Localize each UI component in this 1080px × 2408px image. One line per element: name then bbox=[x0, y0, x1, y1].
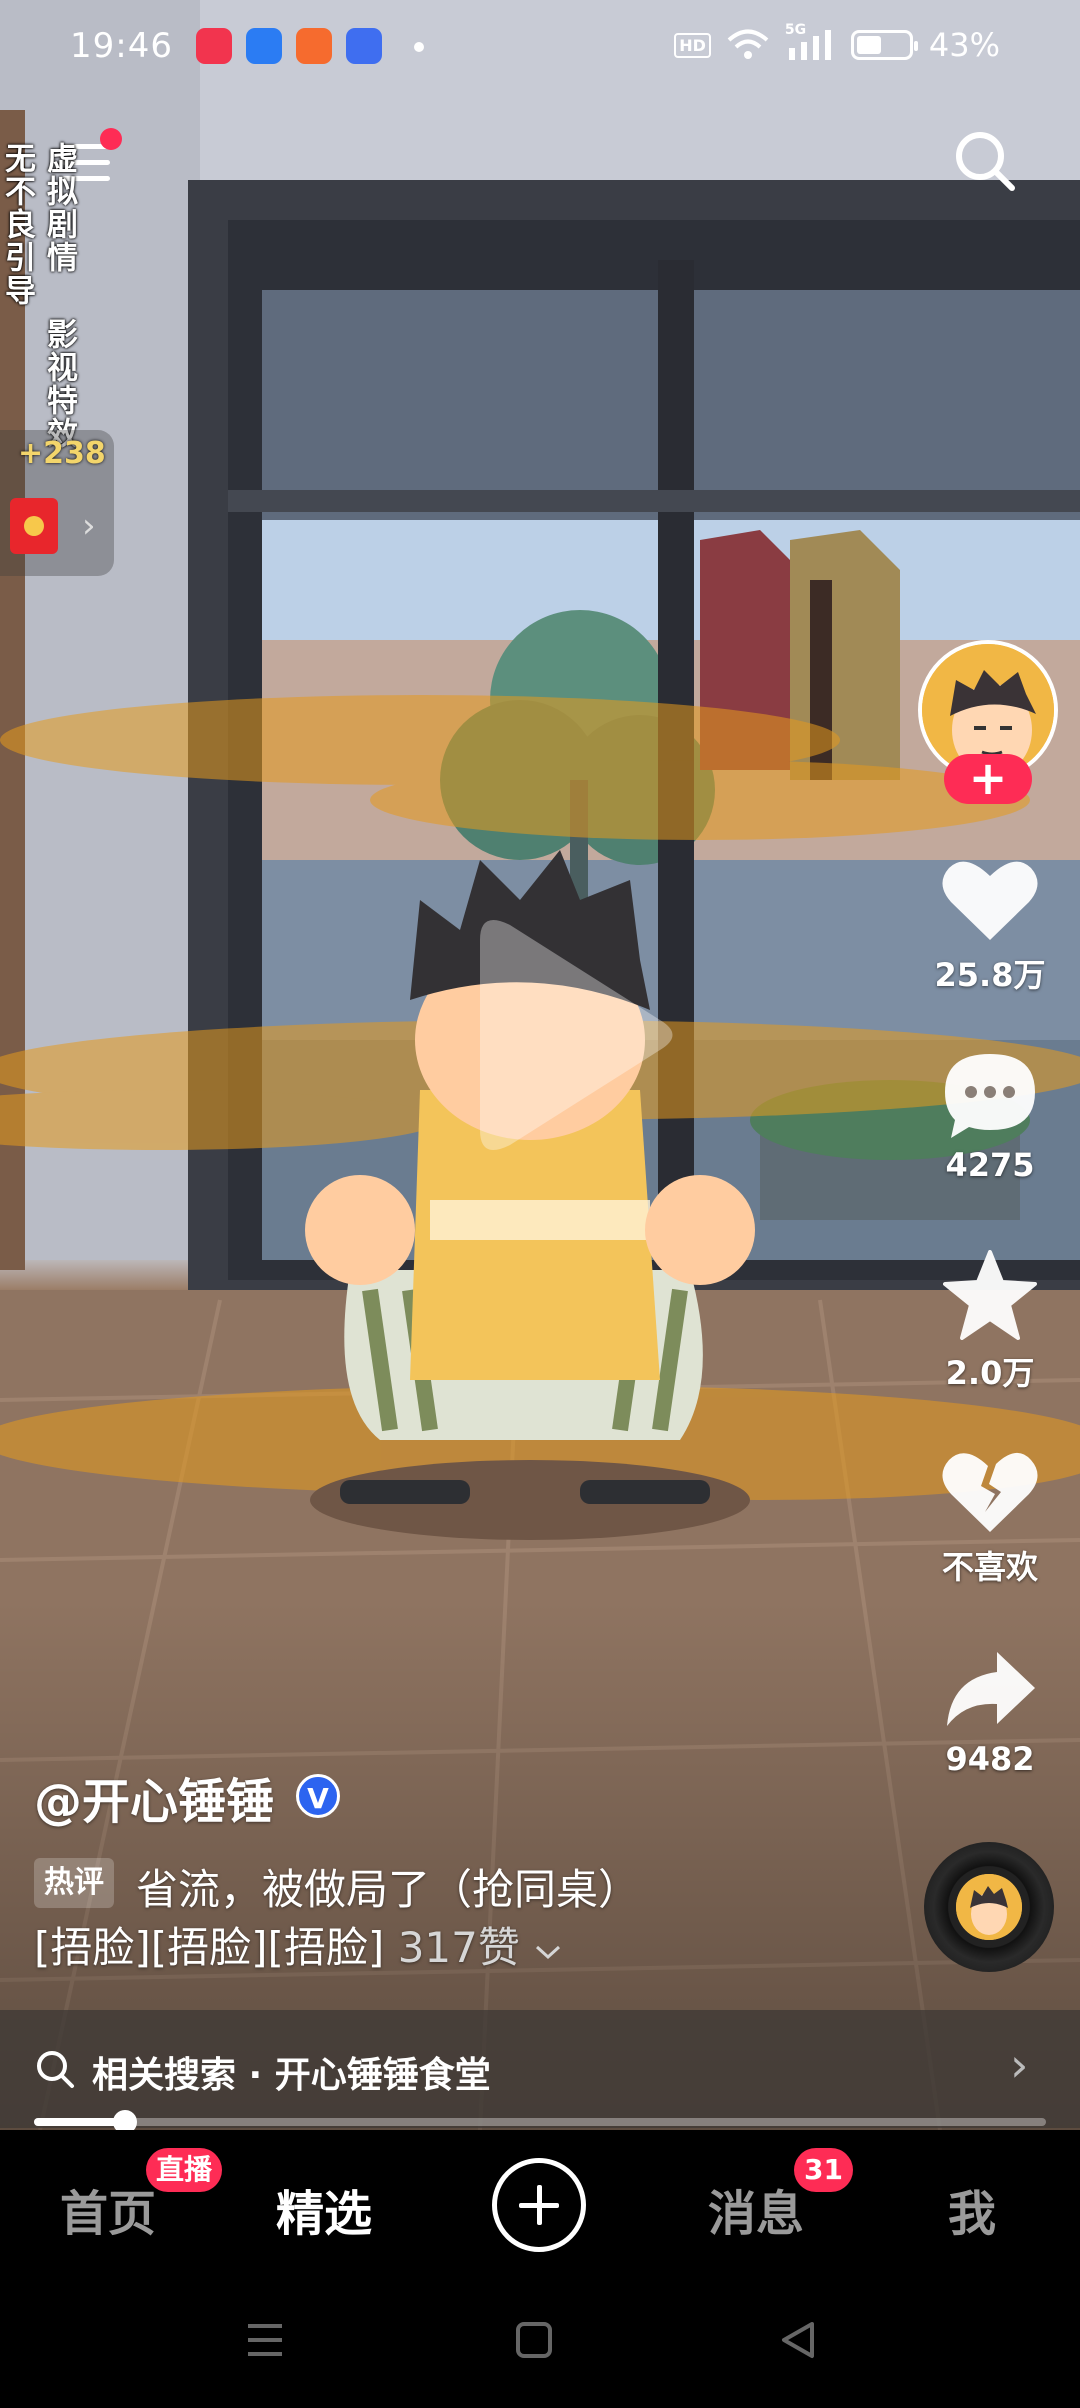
status-bar: 19:46 HD 5G 43% bbox=[0, 0, 1080, 96]
hot-comment-emojis: [捂脸][捂脸][捂脸] bbox=[34, 1923, 385, 1972]
system-navigation-bar bbox=[0, 2276, 1080, 2408]
hot-comment-likes: 317赞 bbox=[397, 1923, 520, 1972]
favorite-button[interactable]: 2.0万 bbox=[918, 1248, 1062, 1394]
disclaimer-virtual-plot: 虚拟剧情 bbox=[41, 142, 77, 274]
tab-me[interactable]: 我 bbox=[948, 2174, 996, 2244]
share-arrow-icon bbox=[947, 1652, 1035, 1726]
like-count: 25.8万 bbox=[934, 956, 1046, 994]
chevron-right-icon: › bbox=[82, 506, 96, 546]
back-nav-icon[interactable] bbox=[778, 2320, 818, 2360]
dislike-button[interactable]: 不喜欢 bbox=[918, 1446, 1062, 1588]
share-button[interactable]: 9482 bbox=[918, 1644, 1062, 1778]
red-packet-count: +238 bbox=[18, 436, 106, 471]
music-disc[interactable] bbox=[924, 1842, 1054, 1972]
related-search-bar[interactable]: 相关搜索 · 开心锤锤食堂 › bbox=[0, 2010, 1080, 2128]
like-button[interactable]: 25.8万 bbox=[918, 854, 1062, 996]
comment-button[interactable]: 4275 bbox=[918, 1050, 1062, 1184]
wifi-icon bbox=[727, 29, 769, 59]
verified-badge-icon: V bbox=[296, 1774, 340, 1818]
live-badge: 直播 bbox=[146, 2148, 223, 2192]
star-icon bbox=[943, 1250, 1037, 1340]
author-name[interactable]: @开心锤锤 bbox=[34, 1762, 274, 1832]
chevron-down-icon bbox=[536, 1945, 561, 1960]
home-nav-icon[interactable] bbox=[514, 2320, 554, 2360]
search-icon bbox=[37, 2051, 74, 2088]
comment-icon bbox=[945, 1054, 1035, 1138]
favorite-count: 2.0万 bbox=[945, 1354, 1035, 1392]
more-notifications-dot bbox=[414, 42, 424, 52]
disclaimer-no-bad-guidance: 无不良引导 bbox=[0, 142, 35, 307]
pen-app-icon bbox=[346, 28, 382, 64]
bottom-tab-bar: 首页 直播 精选 消息 31 我 bbox=[0, 2130, 1080, 2276]
menu-notification-dot bbox=[100, 128, 122, 150]
hot-comment-tag: 热评 bbox=[34, 1858, 114, 1908]
share-count: 9482 bbox=[945, 1740, 1035, 1778]
comment-count: 4275 bbox=[945, 1146, 1035, 1184]
video-progress-bar[interactable] bbox=[34, 2110, 1046, 2134]
battery-icon bbox=[850, 30, 918, 60]
cell-signal-icon: 5G bbox=[785, 22, 835, 62]
dislike-label: 不喜欢 bbox=[941, 1548, 1038, 1586]
grid-app-icon bbox=[296, 28, 332, 64]
red-envelope-icon bbox=[10, 498, 58, 554]
create-post-button[interactable] bbox=[492, 2158, 586, 2252]
hd-icon: HD bbox=[674, 32, 711, 58]
search-icon[interactable] bbox=[952, 128, 1018, 194]
music-cover-avatar bbox=[956, 1874, 1022, 1940]
hot-comment-text[interactable]: 省流，被做局了（抢同桌） bbox=[136, 1856, 640, 1917]
tab-messages[interactable]: 消息 bbox=[708, 2174, 804, 2244]
related-search-label: 相关搜索 · 开心锤锤食堂 bbox=[92, 2055, 491, 2096]
music-app-icon bbox=[196, 28, 232, 64]
red-packet-widget[interactable]: +238 › bbox=[0, 430, 114, 576]
broken-heart-icon bbox=[942, 1452, 1038, 1532]
status-time: 19:46 bbox=[70, 26, 173, 66]
hot-comment-line2[interactable]: [捂脸][捂脸][捂脸] 317赞 bbox=[34, 1914, 563, 1975]
heart-icon bbox=[942, 861, 1038, 940]
tab-home[interactable]: 首页 bbox=[60, 2174, 156, 2244]
battery-percent: 43% bbox=[928, 26, 1000, 64]
files-app-icon bbox=[246, 28, 282, 64]
recent-apps-icon[interactable] bbox=[244, 2320, 286, 2360]
messages-badge: 31 bbox=[794, 2148, 853, 2192]
status-indicators: HD 5G 43% bbox=[674, 22, 1000, 64]
tab-featured[interactable]: 精选 bbox=[276, 2174, 372, 2244]
follow-button[interactable]: + bbox=[944, 754, 1032, 804]
progress-fill bbox=[34, 2118, 126, 2126]
chevron-right-icon: › bbox=[1010, 2038, 1029, 2092]
notification-icons bbox=[196, 28, 382, 64]
